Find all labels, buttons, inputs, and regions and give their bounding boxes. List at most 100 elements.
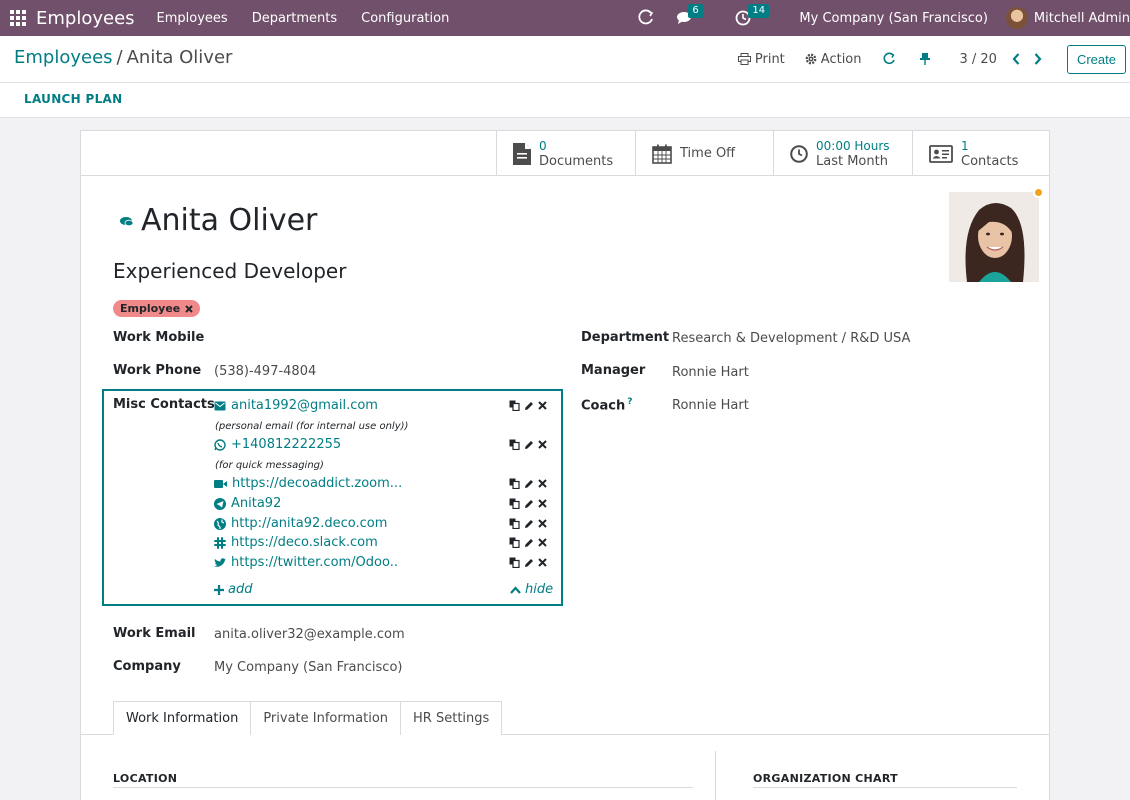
hours-smart-button[interactable]: 00:00 Hours Last Month xyxy=(773,131,912,176)
pager-previous-icon[interactable] xyxy=(1007,53,1025,65)
edit-pencil-icon[interactable] xyxy=(524,538,534,548)
delete-x-icon[interactable] xyxy=(538,499,547,508)
contact-telegram[interactable]: Anita92 xyxy=(214,496,281,511)
remove-tag-icon[interactable] xyxy=(185,304,193,313)
contact-email[interactable]: anita1992@gmail.com xyxy=(214,398,378,413)
delete-x-icon[interactable] xyxy=(538,401,547,410)
contact-whatsapp[interactable]: +140812222255 xyxy=(214,437,341,452)
clock-icon xyxy=(790,144,808,163)
org-chart-section-title: ORGANIZATION CHART xyxy=(753,772,898,785)
contact-twitter-value: https://twitter.com/Odoo.. xyxy=(231,555,398,570)
company-switcher[interactable]: My Company (San Francisco) xyxy=(799,11,987,26)
refresh-icon[interactable] xyxy=(882,52,900,66)
tab-private-information[interactable]: Private Information xyxy=(250,701,402,735)
tab-hr-settings[interactable]: HR Settings xyxy=(400,701,503,735)
user-menu[interactable]: Mitchell Admin xyxy=(1034,11,1130,26)
copy-icon[interactable] xyxy=(509,478,520,489)
pager-next-icon[interactable] xyxy=(1029,53,1047,65)
hide-contacts-label: hide xyxy=(525,582,554,597)
messages-badge: 6 xyxy=(688,4,703,18)
copy-icon[interactable] xyxy=(509,400,520,411)
job-title[interactable]: Experienced Developer xyxy=(113,259,346,283)
apps-menu-icon[interactable] xyxy=(0,0,36,36)
timeoff-smart-button[interactable]: Time Off xyxy=(635,131,773,176)
activities-badge: 14 xyxy=(748,4,770,18)
company-field[interactable]: My Company (San Francisco) xyxy=(214,660,402,675)
hide-contacts-button[interactable]: hide xyxy=(510,582,553,597)
create-button[interactable]: Create xyxy=(1066,44,1126,74)
location-section-title: LOCATION xyxy=(113,772,178,785)
presence-status-dot xyxy=(1033,187,1044,198)
contact-zoom[interactable]: https://decoaddict.zoom... xyxy=(214,476,402,491)
edit-pencil-icon[interactable] xyxy=(524,499,534,509)
tab-work-information[interactable]: Work Information xyxy=(113,701,252,735)
delete-x-icon[interactable] xyxy=(538,519,547,528)
contact-email-note: (personal email (for internal use only)) xyxy=(215,421,409,432)
twitter-icon xyxy=(214,557,226,567)
contact-twitter[interactable]: https://twitter.com/Odoo.. xyxy=(214,555,398,570)
copy-icon[interactable] xyxy=(509,498,520,509)
employee-tag-label: Employee xyxy=(120,302,181,315)
slack-icon xyxy=(214,536,226,549)
edit-pencil-icon[interactable] xyxy=(524,440,534,450)
contact-slack-actions xyxy=(509,537,551,548)
copy-icon[interactable] xyxy=(509,557,520,568)
work-email-field[interactable]: anita.oliver32@example.com xyxy=(214,627,405,642)
manager-field[interactable]: Ronnie Hart xyxy=(672,365,749,380)
breadcrumb-employees[interactable]: Employees xyxy=(14,47,113,68)
contact-slack[interactable]: https://deco.slack.com xyxy=(214,535,378,550)
launch-plan-button[interactable]: LAUNCH PLAN xyxy=(24,92,122,106)
messages-icon[interactable]: 6 xyxy=(675,0,715,36)
gear-icon xyxy=(805,53,817,65)
delete-x-icon[interactable] xyxy=(538,538,547,547)
copy-icon[interactable] xyxy=(509,439,520,450)
work-mobile-label: Work Mobile xyxy=(113,330,205,345)
edit-pencil-icon[interactable] xyxy=(524,479,534,489)
delete-x-icon[interactable] xyxy=(538,479,547,488)
contact-telegram-value: Anita92 xyxy=(231,496,282,511)
edit-pencil-icon[interactable] xyxy=(524,558,534,568)
delete-x-icon[interactable] xyxy=(538,440,547,449)
contacts-count: 1 xyxy=(961,138,969,153)
coach-help-icon[interactable]: ? xyxy=(627,397,632,407)
delete-x-icon[interactable] xyxy=(538,558,547,567)
activities-icon[interactable]: 14 xyxy=(735,0,779,36)
print-button[interactable]: Print xyxy=(737,51,785,67)
coach-field[interactable]: Ronnie Hart xyxy=(672,398,749,413)
contact-website[interactable]: http://anita92.deco.com xyxy=(214,516,387,531)
employee-name[interactable]: Anita Oliver xyxy=(141,203,317,238)
action-button[interactable]: Action xyxy=(805,52,862,67)
print-label: Print xyxy=(754,51,785,67)
contact-website-actions xyxy=(509,518,551,529)
globe-icon xyxy=(214,517,226,530)
menu-employees[interactable]: Employees xyxy=(157,11,228,26)
contact-whatsapp-value: +140812222255 xyxy=(231,437,342,452)
copy-icon[interactable] xyxy=(509,518,520,529)
work-email-label: Work Email xyxy=(113,626,196,641)
copy-icon[interactable] xyxy=(509,537,520,548)
department-field[interactable]: Research & Development / R&D USA xyxy=(672,331,910,346)
plus-icon xyxy=(214,584,224,595)
chat-bubbles-icon[interactable] xyxy=(119,215,135,227)
manager-label: Manager xyxy=(581,363,646,378)
tab-column-divider xyxy=(715,751,716,800)
printer-icon xyxy=(737,53,751,65)
contacts-smart-button[interactable]: 1 Contacts xyxy=(912,131,1050,176)
pager-value[interactable]: 3 / 20 xyxy=(960,52,997,67)
menu-departments[interactable]: Departments xyxy=(252,11,337,26)
user-avatar[interactable] xyxy=(1005,7,1028,29)
add-contact-button[interactable]: add xyxy=(214,582,252,597)
coach-label-text: Coach xyxy=(581,398,626,414)
work-phone-field[interactable]: (538)-497-4804 xyxy=(214,364,316,379)
calendar-icon xyxy=(652,144,672,164)
edit-pencil-icon[interactable] xyxy=(524,519,534,529)
menu-configuration[interactable]: Configuration xyxy=(361,11,449,26)
contact-whatsapp-actions xyxy=(509,439,551,450)
edit-pencil-icon[interactable] xyxy=(524,401,534,411)
app-brand[interactable]: Employees xyxy=(36,8,135,29)
pin-icon[interactable] xyxy=(919,52,934,66)
documents-smart-button[interactable]: 0 Documents xyxy=(496,131,635,176)
refresh-nav-icon[interactable] xyxy=(637,0,655,36)
employee-photo[interactable] xyxy=(949,192,1039,282)
telegram-icon xyxy=(214,497,226,510)
